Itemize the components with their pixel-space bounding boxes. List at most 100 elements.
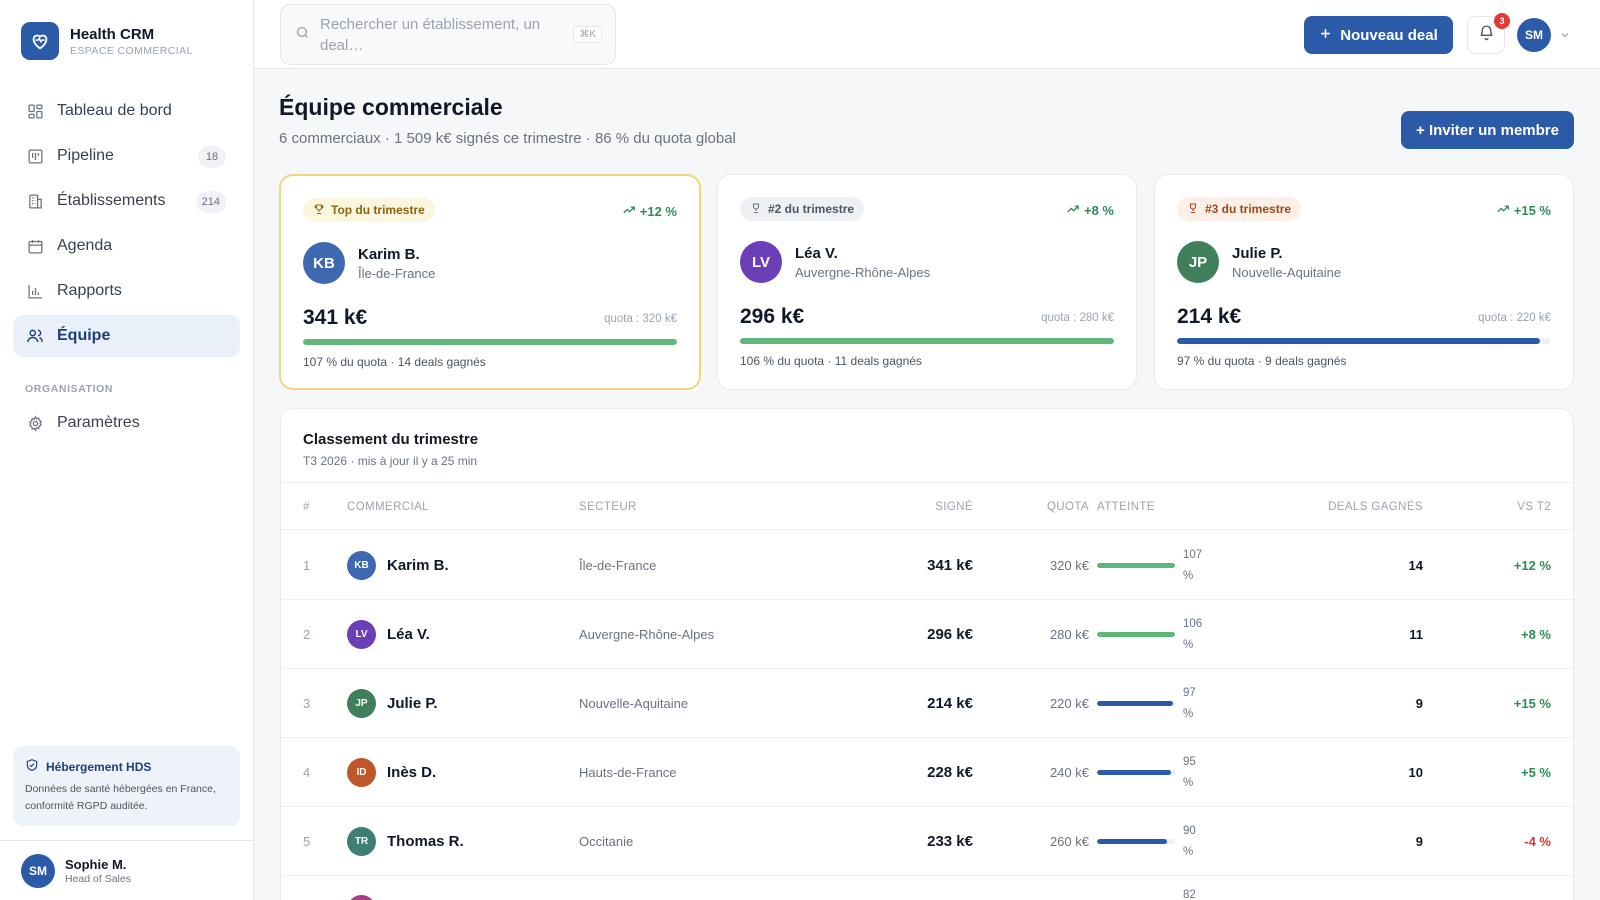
search-input[interactable]: Rechercher un établissement, un deal… ⌘K bbox=[280, 4, 616, 65]
rank-number: 1 bbox=[303, 558, 311, 573]
rank-pill: Top du trimestre bbox=[303, 198, 435, 222]
topbar: Rechercher un établissement, un deal… ⌘K… bbox=[254, 0, 1600, 69]
attainment-cell: 106 % bbox=[1097, 600, 1203, 669]
attainment-percent: 107 % bbox=[1183, 548, 1203, 582]
notifications-button[interactable]: 3 bbox=[1467, 13, 1510, 54]
sidebar: Health CRM ESPACE COMMERCIAL Tableau de … bbox=[0, 0, 254, 900]
podium-card-3[interactable]: #3 du trimestre +15 % JP Julie P. Nouvel… bbox=[1154, 174, 1574, 390]
column-header-commercial[interactable]: COMMERCIAL bbox=[347, 501, 429, 513]
podium-card-2[interactable]: #2 du trimestre +8 % LV Léa V. Auvergne-… bbox=[717, 174, 1137, 390]
commercial-name: Karim B. bbox=[387, 557, 449, 574]
rep-region: Nouvelle-Aquitaine bbox=[1232, 264, 1342, 280]
table-row[interactable]: 4 ID Inès D. Hauts-de-France 228 k€ 240 … bbox=[281, 738, 1573, 807]
trend-badge: +15 % bbox=[1496, 202, 1551, 219]
new-deal-button[interactable]: Nouveau deal bbox=[1304, 16, 1453, 54]
commercial-cell: LV Léa V. bbox=[347, 600, 430, 669]
column-header-atteinte[interactable]: ATTEINTE bbox=[1097, 501, 1155, 513]
column-header-quota[interactable]: QUOTA bbox=[1047, 501, 1089, 513]
column-header-rank[interactable]: # bbox=[303, 501, 310, 513]
sidebar-item-pipeline[interactable]: Pipeline 18 bbox=[13, 135, 240, 177]
signed-amount: 296 k€ bbox=[740, 305, 805, 328]
nav-section-label: ORGANISATION bbox=[25, 383, 114, 395]
attainment-bar bbox=[1097, 770, 1175, 775]
sector-cell: Occitanie bbox=[579, 834, 634, 849]
sector-cell: Île-de-France bbox=[579, 558, 657, 573]
plus-icon bbox=[1319, 27, 1332, 44]
rep-name: Karim B. bbox=[358, 245, 420, 263]
ranking-subtitle: T3 2026 · mis à jour il y a 25 min bbox=[303, 454, 478, 468]
settings-nav: Paramètres bbox=[13, 402, 240, 447]
shield-check-icon bbox=[25, 758, 39, 775]
attainment-bar bbox=[1097, 632, 1175, 637]
table-row[interactable]: 82 bbox=[281, 875, 1573, 900]
search-placeholder: Rechercher un établissement, un deal… bbox=[320, 15, 541, 54]
column-header-vs-t2[interactable]: VS T2 bbox=[1517, 501, 1551, 513]
quota-cell: 260 k€ bbox=[1049, 834, 1089, 849]
sidebar-item-label: Paramètres bbox=[57, 414, 140, 431]
sidebar-item-etablissements[interactable]: Établissements 214 bbox=[13, 180, 240, 222]
column-header-signe[interactable]: SIGNÉ bbox=[935, 501, 973, 513]
invite-member-button[interactable]: + Inviter un membre bbox=[1401, 111, 1574, 149]
commercial-cell: ID Inès D. bbox=[347, 738, 436, 807]
sidebar-item-parametres[interactable]: Paramètres bbox=[13, 402, 240, 444]
sidebar-item-label: Agenda bbox=[57, 237, 113, 254]
avatar: LV bbox=[740, 241, 782, 283]
sidebar-item-dashboard[interactable]: Tableau de bord bbox=[13, 90, 240, 132]
brand[interactable]: Health CRM ESPACE COMMERCIAL bbox=[21, 22, 193, 60]
user-avatar-menu[interactable]: SM bbox=[1517, 18, 1551, 52]
current-user[interactable]: SM Sophie M. Head of Sales bbox=[0, 840, 254, 900]
sidebar-item-label: Pipeline bbox=[57, 147, 114, 164]
quota-cell: 240 k€ bbox=[1049, 765, 1089, 780]
rank-pill: #2 du trimestre bbox=[740, 197, 865, 221]
podium-card-1[interactable]: Top du trimestre +12 % KB Karim B. Île-d… bbox=[279, 174, 701, 390]
sidebar-item-equipe[interactable]: Équipe bbox=[13, 315, 240, 357]
signed-cell: 296 k€ bbox=[927, 626, 973, 643]
sidebar-item-rapports[interactable]: Rapports bbox=[13, 270, 240, 312]
attainment-percent: 97 % bbox=[1183, 686, 1196, 720]
vs-t2-cell: +5 % bbox=[1521, 765, 1551, 780]
rank-number: 5 bbox=[303, 834, 311, 849]
attainment-cell: 107 % bbox=[1097, 531, 1203, 600]
avatar: SM bbox=[21, 853, 55, 888]
vs-t2-cell: +8 % bbox=[1521, 627, 1551, 642]
table-row[interactable]: 3 JP Julie P. Nouvelle-Aquitaine 214 k€ … bbox=[281, 669, 1573, 738]
card-footer: 106 % du quota · 11 deals gagnés bbox=[740, 354, 922, 368]
deals-cell: 14 bbox=[1408, 558, 1423, 573]
attainment-cell: 95 % bbox=[1097, 738, 1203, 807]
avatar bbox=[347, 895, 376, 900]
attainment-bar bbox=[1097, 839, 1175, 844]
rank-pill: #3 du trimestre bbox=[1177, 197, 1302, 221]
bell-icon bbox=[1478, 24, 1495, 46]
signed-amount: 341 k€ bbox=[303, 306, 368, 329]
column-header-secteur[interactable]: SECTEUR bbox=[579, 501, 637, 513]
hds-text: Données de santé hébergées en France, co… bbox=[25, 783, 216, 812]
notification-count-badge: 3 bbox=[1494, 13, 1510, 29]
commercial-name: Julie P. bbox=[387, 695, 438, 712]
avatar: KB bbox=[347, 551, 376, 580]
avatar: KB bbox=[303, 242, 345, 284]
heart-logo-icon bbox=[21, 22, 59, 60]
chevron-down-icon[interactable] bbox=[1559, 28, 1571, 46]
rank-number: 2 bbox=[303, 627, 311, 642]
vs-t2-cell: +12 % bbox=[1513, 558, 1551, 573]
hds-hosting-card: Hébergement HDS Données de santé hébergé… bbox=[13, 746, 240, 826]
main-nav: Tableau de bord Pipeline 18 Établissemen… bbox=[13, 90, 240, 360]
trophy-icon bbox=[313, 203, 325, 218]
attainment-percent: 82 bbox=[1183, 889, 1196, 900]
table-row[interactable]: 5 TR Thomas R. Occitanie 233 k€ 260 k€ 9… bbox=[281, 807, 1573, 876]
quota-label: quota : 320 k€ bbox=[604, 313, 677, 325]
attainment-bar bbox=[1097, 563, 1175, 568]
brand-subtitle: ESPACE COMMERCIAL bbox=[70, 44, 193, 57]
table-row[interactable]: 1 KB Karim B. Île-de-France 341 k€ 320 k… bbox=[281, 531, 1573, 600]
quota-cell: 280 k€ bbox=[1049, 627, 1089, 642]
medal-icon bbox=[750, 202, 762, 217]
etablissements-count-badge: 214 bbox=[195, 191, 226, 213]
sidebar-item-agenda[interactable]: Agenda bbox=[13, 225, 240, 267]
commercial-name: Thomas R. bbox=[387, 833, 464, 850]
column-header-deals[interactable]: DEALS GAGNÉS bbox=[1328, 501, 1423, 513]
trend-up-icon bbox=[1496, 202, 1510, 219]
attainment-bar bbox=[1097, 701, 1175, 706]
table-row[interactable]: 2 LV Léa V. Auvergne-Rhône-Alpes 296 k€ … bbox=[281, 600, 1573, 669]
quota-label: quota : 220 k€ bbox=[1478, 312, 1551, 324]
dashboard-icon bbox=[26, 102, 44, 120]
